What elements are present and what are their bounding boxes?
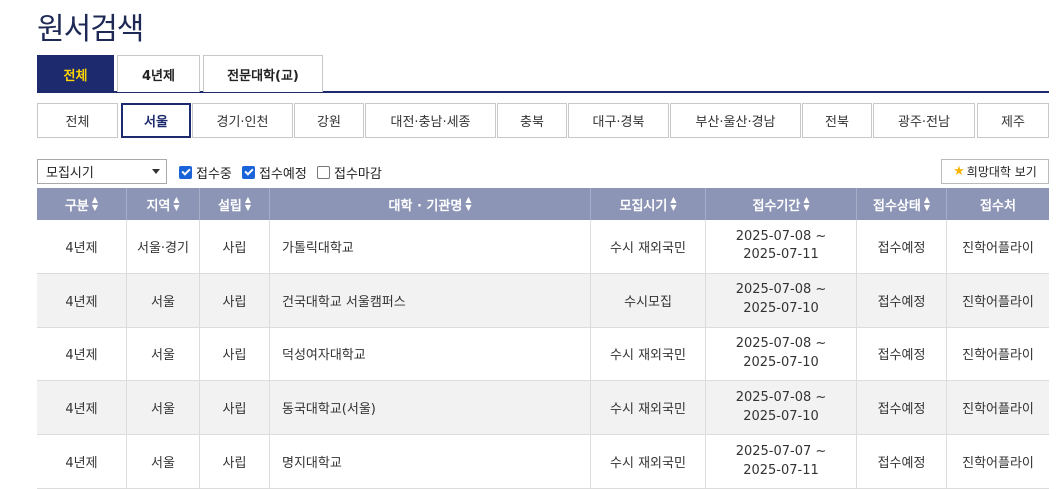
page-title: 원서검색	[37, 12, 144, 47]
table-row[interactable]: 4년제 서울 사립 건국대학교 서울캠퍼스 수시모집 2025-07-08 ~2…	[37, 273, 1049, 328]
region-tab-daejeon-chungnam-sejong[interactable]: 대전·충남·세종	[365, 103, 496, 138]
table-row[interactable]: 4년제 서울 사립 명지대학교 수시 재외국민 2025-07-07 ~2025…	[37, 435, 1049, 489]
cell-agency[interactable]: 진학어플라이	[947, 328, 1049, 381]
cell-region: 서울	[127, 327, 200, 381]
region-tab-gangwon[interactable]: 강원	[294, 103, 364, 138]
cell-founding: 사립	[200, 435, 270, 488]
checkbox-icon[interactable]	[242, 165, 255, 179]
header-university[interactable]: 대학 · 기관명 ▲ ▼	[270, 188, 591, 220]
application-table: 구분 ▲ ▼ 지역 ▲ ▼ 설립 ▲ ▼ 대학 · 기관명 ▲ ▼ 모집시기 ▲ ▼ 접수기간 ▲ ▼ …	[37, 188, 1049, 489]
sort-icon: ▲ ▼	[465, 195, 472, 212]
cell-university[interactable]: 명지대학교	[270, 435, 591, 488]
wish-list-button[interactable]: ★ 희망대학 보기	[941, 159, 1049, 184]
cell-founding: 사립	[200, 381, 270, 435]
checkbox-icon[interactable]	[179, 165, 192, 179]
region-tabs: 전체 서울 경기·인천 강원 대전·충남·세종 충북 대구·경북 부산·울산·경…	[37, 103, 1049, 138]
region-tab-jeju[interactable]: 제주	[977, 103, 1049, 138]
cell-apply-period: 2025-07-08 ~2025-07-10	[706, 381, 857, 435]
table-header: 구분 ▲ ▼ 지역 ▲ ▼ 설립 ▲ ▼ 대학 · 기관명 ▲ ▼ 모집시기 ▲ ▼ 접수기간 ▲ ▼ …	[37, 188, 1049, 220]
star-icon: ★	[953, 164, 965, 179]
cell-agency[interactable]: 진학어플라이	[947, 381, 1049, 434]
region-tab-gyeonggi-incheon[interactable]: 경기·인천	[192, 103, 293, 138]
cell-recruit-period: 수시 재외국민	[591, 435, 706, 488]
cell-type: 4년제	[37, 381, 127, 435]
cell-agency[interactable]: 진학어플라이	[947, 435, 1049, 488]
cell-status: 접수예정	[857, 220, 947, 273]
sort-icon: ▲ ▼	[91, 195, 99, 212]
cell-founding: 사립	[200, 273, 270, 327]
sort-icon: ▲ ▼	[244, 195, 252, 212]
period-select[interactable]: 모집시기	[37, 159, 167, 184]
cell-recruit-period: 수시 재외국민	[591, 220, 706, 273]
region-tab-seoul[interactable]: 서울	[121, 103, 191, 138]
cell-region: 서울	[127, 273, 200, 327]
wish-list-label: 희망대학 보기	[966, 165, 1037, 179]
cell-apply-period: 2025-07-08 ~2025-07-11	[706, 220, 857, 273]
header-agency: 접수처	[980, 198, 1016, 214]
checkbox-receiving[interactable]: 접수중	[179, 163, 232, 182]
period-select-value: 모집시기	[46, 166, 94, 181]
cell-founding: 사립	[200, 220, 270, 273]
checkbox-icon[interactable]	[317, 165, 330, 179]
table-row[interactable]: 4년제 서울·경기 사립 가톨릭대학교 수시 재외국민 2025-07-08 ~…	[37, 220, 1049, 274]
cell-recruit-period: 수시 재외국민	[591, 327, 706, 381]
chevron-down-icon	[152, 169, 160, 174]
header-region[interactable]: 지역 ▲ ▼	[127, 188, 200, 220]
cell-university[interactable]: 가톨릭대학교	[270, 220, 591, 273]
cell-status: 접수예정	[857, 327, 947, 381]
cell-type: 4년제	[37, 220, 127, 273]
cell-apply-period: 2025-07-08 ~2025-07-10	[706, 273, 857, 327]
sort-icon: ▲ ▼	[670, 195, 677, 212]
table-row[interactable]: 4년제 서울 사립 동국대학교(서울) 수시 재외국민 2025-07-08 ~…	[37, 381, 1049, 436]
cell-status: 접수예정	[857, 273, 947, 327]
tab-college[interactable]: 전문대학(교)	[203, 55, 323, 92]
cell-university[interactable]: 덕성여자대학교	[270, 327, 591, 381]
cell-status: 접수예정	[857, 435, 947, 488]
cell-status: 접수예정	[857, 381, 947, 435]
header-status[interactable]: 접수상태 ▲ ▼	[857, 188, 947, 220]
cell-university[interactable]: 건국대학교 서울캠퍼스	[270, 273, 591, 327]
cell-agency[interactable]: 진학어플라이	[947, 274, 1049, 327]
region-tab-busan-ulsan-gyeongnam[interactable]: 부산·울산·경남	[670, 103, 801, 138]
checkbox-label: 접수마감	[334, 166, 382, 182]
cell-apply-period: 2025-07-08 ~2025-07-10	[706, 327, 857, 381]
region-tab-all[interactable]: 전체	[37, 103, 118, 138]
region-tab-gwangju-jeonnam[interactable]: 광주·전남	[873, 103, 975, 138]
tab-4year[interactable]: 4년제	[117, 55, 200, 92]
table-row[interactable]: 4년제 서울 사립 덕성여자대학교 수시 재외국민 2025-07-08 ~20…	[37, 327, 1049, 382]
header-founding[interactable]: 설립 ▲ ▼	[200, 188, 270, 220]
tab-all-types[interactable]: 전체	[37, 55, 114, 92]
cell-type: 4년제	[37, 273, 127, 327]
cell-founding: 사립	[200, 327, 270, 381]
type-tabs: 전체 4년제 전문대학(교)	[37, 55, 1049, 93]
sort-icon: ▲ ▼	[803, 195, 810, 212]
cell-region: 서울	[127, 381, 200, 435]
header-apply-period[interactable]: 접수기간 ▲ ▼	[706, 188, 857, 220]
region-tab-chungbuk[interactable]: 충북	[497, 103, 567, 138]
cell-type: 4년제	[37, 327, 127, 381]
checkbox-label: 접수중	[196, 166, 232, 182]
cell-apply-period: 2025-07-07 ~2025-07-11	[706, 435, 857, 488]
header-recruit-period[interactable]: 모집시기 ▲ ▼	[591, 188, 706, 220]
cell-recruit-period: 수시모집	[591, 273, 706, 327]
checkbox-scheduled[interactable]: 접수예정	[242, 163, 307, 182]
checkbox-closed[interactable]: 접수마감	[317, 163, 382, 182]
header-type[interactable]: 구분 ▲ ▼	[37, 188, 127, 220]
cell-region: 서울	[127, 435, 200, 488]
region-tab-jeonbuk[interactable]: 전북	[802, 103, 872, 138]
cell-type: 4년제	[37, 435, 127, 488]
cell-agency[interactable]: 진학어플라이	[947, 220, 1049, 273]
sort-icon: ▲ ▼	[173, 195, 180, 212]
sort-icon: ▲ ▼	[923, 195, 930, 212]
cell-university[interactable]: 동국대학교(서울)	[270, 381, 591, 435]
region-tab-daegu-gyeongbuk[interactable]: 대구·경북	[568, 103, 669, 138]
cell-recruit-period: 수시 재외국민	[591, 381, 706, 435]
checkbox-label: 접수예정	[259, 166, 307, 182]
cell-region: 서울·경기	[127, 220, 200, 273]
